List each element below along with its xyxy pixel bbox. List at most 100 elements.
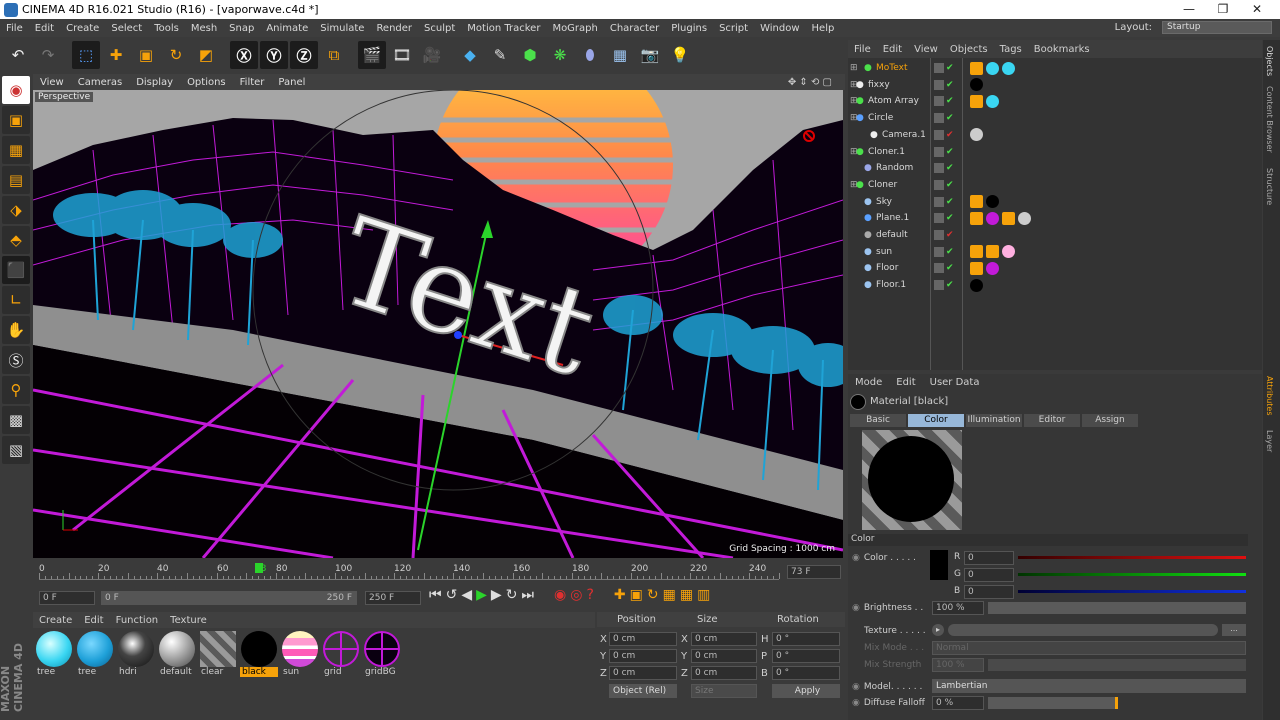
brightness-dot-icon[interactable]: ◉ [852, 603, 860, 613]
color-swatch[interactable] [930, 550, 948, 580]
content-browser-side-tab[interactable]: Content Browser [1265, 86, 1274, 153]
object-name[interactable]: Sky [876, 197, 892, 207]
visibility-toggle[interactable] [934, 263, 944, 274]
object-name[interactable]: Cloner [868, 180, 897, 190]
end-frame-field[interactable]: 250 F [365, 591, 421, 605]
previous-key-icon[interactable]: ↺ [446, 587, 458, 603]
menu-create[interactable]: Create [60, 23, 105, 34]
diffuse-slider[interactable] [988, 697, 1118, 709]
enabled-check-icon[interactable]: ✔ [946, 163, 954, 173]
snap-icon[interactable]: Ⓢ [2, 346, 30, 374]
enabled-check-icon[interactable]: ✔ [946, 180, 954, 190]
texture-mode-icon[interactable]: ▦ [2, 136, 30, 164]
previous-frame-icon[interactable]: ◀ [461, 587, 472, 603]
x-axis-icon[interactable]: Ⓧ [230, 41, 258, 69]
points-mode-icon[interactable]: ⬗ [2, 196, 30, 224]
mixstrength-field[interactable]: 100 % [932, 658, 984, 672]
object-row-fixxy[interactable]: ⊞ ● fixxy ✔ [850, 77, 1260, 93]
object-row-floor-1[interactable]: ● Floor.1 ✔ [850, 277, 1260, 293]
cube-icon[interactable]: ◆ [456, 41, 484, 69]
object-tag-icon[interactable] [970, 245, 983, 259]
make-editable-icon[interactable]: ◉ [2, 76, 30, 104]
structure-side-tab[interactable]: Structure [1265, 168, 1274, 205]
coordinate-system-icon[interactable]: ⧉ [320, 41, 348, 69]
object-tag-icon[interactable] [970, 61, 983, 75]
tab-editor[interactable]: Editor [1024, 414, 1080, 427]
undo-icon[interactable]: ↶ [4, 41, 32, 69]
diffuse-dot-icon[interactable]: ◉ [852, 698, 860, 708]
tab-basic[interactable]: Basic [850, 414, 906, 427]
key-position-icon[interactable]: ✚ [614, 587, 626, 603]
size-mode-dropdown[interactable]: Size [691, 684, 757, 698]
visibility-toggle[interactable] [934, 129, 944, 140]
material-menu-function[interactable]: Function [110, 615, 165, 626]
menu-animate[interactable]: Animate [260, 23, 314, 34]
viewport-menu-cameras[interactable]: Cameras [71, 77, 129, 88]
viewport-menu-display[interactable]: Display [129, 77, 180, 88]
brightness-field[interactable]: 100 % [932, 601, 984, 615]
key-pla-icon[interactable]: ▦ [680, 587, 693, 603]
visibility-toggle[interactable] [934, 79, 944, 90]
object-menu-edit[interactable]: Edit [877, 44, 908, 55]
size-y-field[interactable]: 0 cm [691, 649, 757, 663]
objects-side-tab[interactable]: Objects [1265, 46, 1274, 76]
size-z-field[interactable]: 0 cm [691, 666, 757, 680]
texture-field[interactable] [948, 624, 1218, 636]
next-frame-icon[interactable]: ▶ [491, 587, 502, 603]
menu-motion-tracker[interactable]: Motion Tracker [461, 23, 546, 34]
object-tag-icon[interactable] [1002, 211, 1015, 225]
visibility-toggle[interactable] [934, 246, 944, 257]
object-menu-objects[interactable]: Objects [944, 44, 994, 55]
layer-side-tab[interactable]: Layer [1265, 430, 1274, 452]
viewport-menu-view[interactable]: View [33, 77, 71, 88]
enabled-check-icon[interactable]: ✔ [946, 247, 954, 257]
object-tag-icon[interactable] [986, 261, 999, 275]
material-menu-texture[interactable]: Texture [164, 615, 213, 626]
size-x-field[interactable]: 0 cm [691, 632, 757, 646]
object-row-cloner[interactable]: ⊞ ● Cloner ✔ [850, 177, 1260, 193]
object-name[interactable]: Floor [876, 263, 898, 273]
object-tag-icon[interactable] [1002, 245, 1015, 259]
object-row-camera-1[interactable]: ● Camera.1 ✔ [850, 127, 1260, 143]
visibility-toggle[interactable] [934, 63, 944, 73]
next-key-icon[interactable]: ↻ [506, 587, 518, 603]
material-sun[interactable]: sun [281, 630, 319, 677]
enabled-check-icon[interactable]: ✔ [946, 263, 954, 273]
object-row-atom-array[interactable]: ⊞ ● Atom Array ✔ [850, 93, 1260, 109]
object-row-floor[interactable]: ● Floor ✔ [850, 260, 1260, 276]
render-view-icon[interactable]: 🎬 [358, 41, 386, 69]
object-row-circle[interactable]: ⊞ ● Circle ✔ [850, 110, 1260, 126]
object-row-default[interactable]: ● default ✔ [850, 227, 1260, 243]
locked-workplane-icon[interactable]: ▩ [2, 406, 30, 434]
attributes-side-tab[interactable]: Attributes [1265, 376, 1274, 416]
object-tag-icon[interactable] [970, 195, 983, 209]
render-picture-viewer-icon[interactable]: 🎞 [388, 41, 416, 69]
render-settings-icon[interactable]: 🎥 [418, 41, 446, 69]
tweak-mode-icon[interactable]: ✋ [2, 316, 30, 344]
object-menu-tags[interactable]: Tags [994, 44, 1028, 55]
restore-button[interactable]: ❐ [1206, 0, 1240, 19]
enabled-check-icon[interactable]: ✔ [946, 280, 954, 290]
object-name[interactable]: Cloner.1 [868, 147, 905, 157]
menu-sculpt[interactable]: Sculpt [418, 23, 461, 34]
key-rotation-icon[interactable]: ↻ [647, 587, 659, 603]
autokey-icon[interactable]: ◎ [570, 587, 582, 603]
visibility-toggle[interactable] [934, 196, 944, 207]
object-row-motext[interactable]: ⊞ ● MoText ✔ [850, 60, 1260, 76]
timeline[interactable]: 02040607380100120140160180200220240 73 F [33, 560, 845, 584]
enabled-check-icon[interactable]: ✔ [946, 213, 954, 223]
workplane-icon[interactable]: ▤ [2, 166, 30, 194]
coord-mode-dropdown[interactable]: Object (Rel) [609, 684, 677, 698]
layout-dropdown[interactable]: Startup [1162, 21, 1272, 34]
recent-tool-icon[interactable]: ◩ [192, 41, 220, 69]
visibility-toggle[interactable] [934, 213, 944, 224]
object-name[interactable]: Circle [868, 113, 893, 123]
object-tag-icon[interactable] [1018, 211, 1031, 225]
menu-mesh[interactable]: Mesh [185, 23, 223, 34]
object-tag-icon[interactable] [970, 78, 983, 92]
object-tag-icon[interactable] [970, 94, 983, 108]
attribute-menu-mode[interactable]: Mode [848, 377, 889, 388]
subdivision-surface-icon[interactable]: ⬢ [516, 41, 544, 69]
object-tag-icon[interactable] [970, 278, 983, 292]
object-row-cloner-1[interactable]: ⊞ ● Cloner.1 ✔ [850, 144, 1260, 160]
